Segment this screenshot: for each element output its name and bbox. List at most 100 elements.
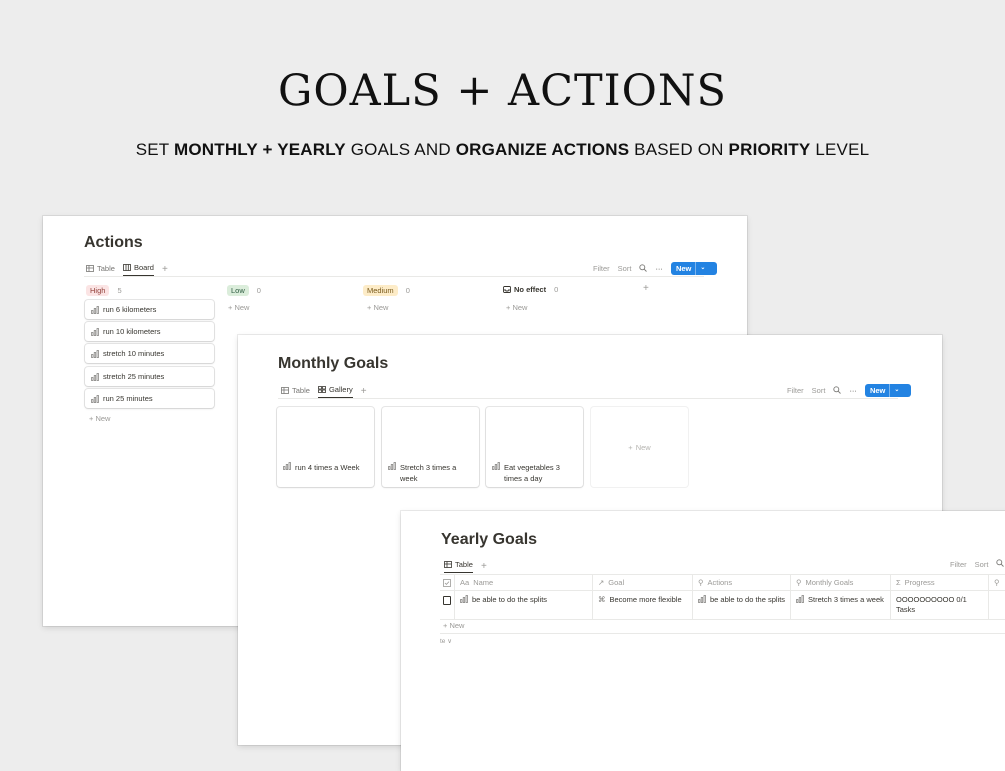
select-all-checkbox[interactable] — [440, 575, 455, 590]
gallery-card[interactable]: Stretch 3 times a week — [382, 407, 479, 487]
tab-board[interactable]: Board — [122, 263, 154, 276]
chevron-down-icon: ⌄ — [695, 262, 709, 275]
cell-text: be able to do the splits — [472, 595, 548, 604]
priority-tag[interactable]: Low — [227, 285, 249, 296]
cell-name[interactable]: be able to do the splits — [455, 591, 593, 619]
add-card-button[interactable]: + New — [367, 303, 388, 312]
add-card-button[interactable]: + New — [506, 303, 527, 312]
board-card[interactable]: run 6 kilometers — [85, 300, 214, 319]
filter-button[interactable]: Filter — [593, 264, 610, 273]
target-icon: ⌘ — [598, 595, 606, 604]
filter-button[interactable]: Filter — [787, 386, 804, 395]
page-icon — [91, 394, 99, 403]
sort-button[interactable]: Sort — [618, 264, 632, 273]
cell-more[interactable] — [989, 591, 1005, 619]
page-icon — [91, 349, 99, 358]
new-button-label: New — [675, 264, 692, 273]
add-card-button[interactable]: + New — [89, 414, 110, 423]
gallery-card[interactable]: Eat vegetables 3 times a day — [486, 407, 583, 487]
column-header-name[interactable]: Aa Name — [455, 575, 593, 590]
column-medium: Medium 0 — [363, 285, 410, 296]
subheading-part: BASED ON — [629, 140, 729, 159]
yearly-goals-window: Yearly Goals Table + Filter Sort Aa Name … — [401, 511, 1005, 771]
column-label: Progress — [904, 578, 935, 587]
cell-actions[interactable]: be able to do the splits — [693, 591, 791, 619]
relation-icon: ↗ — [598, 578, 605, 587]
priority-tag[interactable]: Medium — [363, 285, 398, 296]
tab-label: Board — [133, 263, 154, 272]
divider — [278, 398, 898, 399]
row-checkbox[interactable] — [440, 591, 455, 619]
checkbox-icon — [443, 596, 451, 605]
new-button[interactable]: New ⌄ — [864, 384, 912, 397]
add-row-button[interactable]: + New — [443, 621, 464, 630]
column-high: High 5 — [86, 285, 122, 296]
progress-text: OOOOOOOOOO 0/1 Tasks — [896, 595, 967, 614]
add-label: New — [512, 303, 528, 312]
database-title: Monthly Goals — [278, 355, 389, 372]
subheading-emphasis: PRIORITY — [728, 140, 811, 159]
column-header-more[interactable]: ⚲ — [989, 575, 1005, 590]
column-header-monthly-goals[interactable]: ⚲ Monthly Goals — [791, 575, 891, 590]
gallery-card[interactable]: run 4 times a Week — [277, 407, 374, 487]
column-count: 0 — [256, 286, 261, 295]
sort-button[interactable]: Sort — [975, 560, 989, 569]
yearly-table: Aa Name ↗ Goal ⚲ Actions ⚲ Monthly Goals Σ Pr… — [440, 574, 1005, 620]
page-icon — [91, 327, 99, 336]
table-header: Aa Name ↗ Goal ⚲ Actions ⚲ Monthly Goals Σ Pr… — [440, 574, 1005, 591]
filter-button[interactable]: Filter — [950, 560, 967, 569]
board-card[interactable]: stretch 25 minutes — [85, 367, 214, 386]
gallery-icon — [318, 386, 326, 393]
sort-button[interactable]: Sort — [812, 386, 826, 395]
board-icon — [123, 264, 131, 271]
more-icon[interactable]: ··· — [655, 264, 663, 273]
card-title: run 25 minutes — [103, 394, 153, 403]
column-header-actions[interactable]: ⚲ Actions — [693, 575, 791, 590]
tab-table[interactable]: Table — [281, 386, 310, 398]
calculate-dropdown[interactable]: te ∨ — [440, 637, 452, 645]
add-group-icon[interactable]: + — [643, 283, 649, 294]
tab-table[interactable]: Table — [86, 264, 115, 276]
priority-tag[interactable]: High — [86, 285, 110, 296]
add-view-icon[interactable]: + — [162, 264, 168, 274]
cell-goal[interactable]: ⌘ Become more flexible — [593, 591, 693, 619]
board-card[interactable]: stretch 10 minutes — [85, 344, 214, 363]
search-icon[interactable] — [833, 385, 842, 396]
add-label: New — [449, 621, 465, 630]
cell-monthly-goals[interactable]: Stretch 3 times a week — [791, 591, 891, 619]
cell-text: Stretch 3 times a week — [808, 595, 884, 604]
add-view-icon[interactable]: + — [481, 561, 487, 571]
add-card-button[interactable]: + New — [228, 303, 249, 312]
view-tabs: Table + — [444, 560, 487, 573]
tab-gallery[interactable]: Gallery — [317, 385, 353, 398]
new-button[interactable]: New ⌄ — [670, 262, 718, 275]
add-view-icon[interactable]: + — [361, 386, 367, 396]
toolbar: Filter Sort — [950, 559, 1005, 569]
rollup-icon: ⚲ — [796, 578, 802, 587]
page-icon — [492, 462, 500, 484]
card-title: Eat vegetables 3 times a day — [504, 463, 560, 483]
tab-label: Table — [455, 560, 473, 569]
search-icon[interactable] — [996, 559, 1005, 569]
board-card[interactable]: run 25 minutes — [85, 389, 214, 408]
search-icon[interactable] — [639, 263, 648, 274]
column-label[interactable]: No effect — [514, 285, 546, 294]
tab-table[interactable]: Table — [444, 560, 473, 573]
table-row[interactable]: be able to do the splits ⌘ Become more fl… — [440, 591, 1005, 620]
column-header-progress[interactable]: Σ Progress — [891, 575, 989, 590]
card-title: run 4 times a Week — [295, 463, 360, 472]
tab-label: Gallery — [328, 385, 353, 394]
board-card[interactable]: run 10 kilometers — [85, 322, 214, 341]
more-icon[interactable]: ··· — [849, 386, 857, 395]
rollup-icon: ⚲ — [994, 578, 1000, 587]
card-title: run 10 kilometers — [103, 327, 161, 336]
page-icon — [91, 305, 99, 314]
rollup-icon: ⚲ — [698, 578, 704, 587]
add-gallery-card-button[interactable]: + New — [591, 407, 688, 487]
add-label: New — [234, 303, 250, 312]
card-title: Stretch 3 times a week — [400, 463, 457, 483]
column-header-goal[interactable]: ↗ Goal — [593, 575, 693, 590]
cell-progress[interactable]: OOOOOOOOOO 0/1 Tasks — [891, 591, 989, 619]
chevron-down-icon: ⌄ — [889, 384, 903, 397]
view-tabs: Table Board + — [86, 263, 168, 276]
